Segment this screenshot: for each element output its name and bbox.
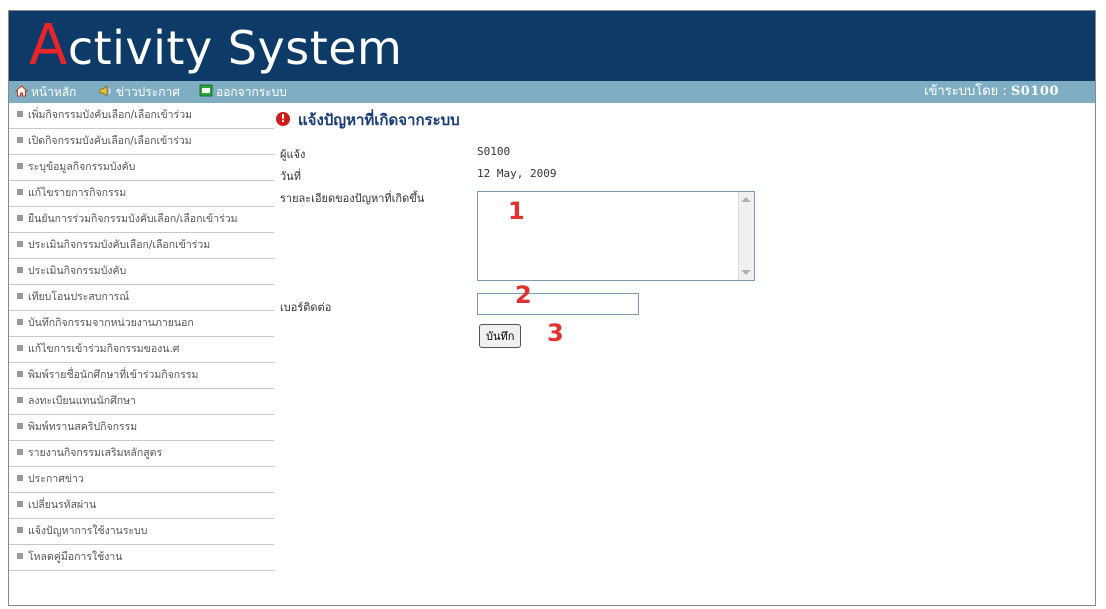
sidebar-item[interactable]: โหลดคู่มือการใช้งาน — [9, 545, 274, 571]
logo-text: ctivity System — [67, 21, 403, 75]
scroll-down-icon[interactable] — [741, 270, 751, 275]
reporter-value: S0100 — [477, 145, 511, 158]
exit-icon — [199, 82, 213, 104]
page-title: ! แจ้งปัญหาที่เกิดจากระบบ — [276, 108, 460, 132]
nav-news[interactable]: ข่าวประกาศ — [99, 81, 180, 103]
bullet-icon — [17, 137, 23, 143]
sidebar-item-label: เปลี่ยนรหัสผ่าน — [28, 499, 97, 511]
user-info-label: เข้าระบบโดย : — [924, 84, 1007, 99]
sidebar-item-label: เทียบโอนประสบการณ์ — [28, 291, 130, 303]
bullet-icon — [17, 293, 23, 299]
top-navbar: หน้าหลัก ข่าวประกาศ ออกจากระบบ เข้าระบบโ… — [9, 81, 1095, 103]
bullet-icon — [17, 189, 23, 195]
bullet-icon — [17, 345, 23, 351]
sidebar-item-label: ระบุข้อมูลกิจกรรมบังคับ — [28, 161, 136, 173]
home-icon — [14, 82, 29, 104]
sidebar-item-label: เปิดกิจกรรมบังคับเลือก/เลือกเข้าร่วม — [28, 135, 192, 147]
sidebar-item[interactable]: พิมพ์รายชื่อนักศึกษาที่เข้าร่วมกิจกรรม — [9, 363, 274, 389]
sidebar-item-label: ยืนยันการร่วมกิจกรรมบังคับเลือก/เลือกเข้… — [28, 213, 238, 225]
date-label: วันที่ — [280, 170, 301, 183]
sidebar-item[interactable]: เปิดกิจกรรมบังคับเลือก/เลือกเข้าร่วม — [9, 129, 274, 155]
logo-initial: A — [29, 13, 68, 78]
sidebar-item-label: บันทึกกิจกรรมจากหน่วยงานภายนอก — [28, 317, 194, 329]
app-logo: Activity System — [29, 17, 402, 77]
page-title-text: แจ้งปัญหาที่เกิดจากระบบ — [298, 111, 460, 129]
annotation-marker-1: 1 — [508, 197, 525, 225]
sidebar-item[interactable]: ระบุข้อมูลกิจกรรมบังคับ — [9, 155, 274, 181]
nav-news-label: ข่าวประกาศ — [116, 85, 180, 99]
phone-label: เบอร์ติดต่อ — [280, 301, 332, 314]
sidebar-item-label: รายงานกิจกรรมเสริมหลักสูตร — [28, 447, 163, 459]
bullet-icon — [17, 553, 23, 559]
bullet-icon — [17, 423, 23, 429]
sidebar-item[interactable]: ประเมินกิจกรรมบังคับเลือก/เลือกเข้าร่วม — [9, 233, 274, 259]
sidebar-item-label: แก้ไขการเข้าร่วมกิจกรรมของน.ศ — [28, 343, 180, 355]
bullet-icon — [17, 527, 23, 533]
bullet-icon — [17, 371, 23, 377]
bullet-icon — [17, 215, 23, 221]
bullet-icon — [17, 319, 23, 325]
bullet-icon — [17, 397, 23, 403]
sidebar-item-label: ประเมินกิจกรรมบังคับ — [28, 265, 127, 277]
header-banner: Activity System — [9, 11, 1095, 81]
phone-input[interactable] — [477, 293, 639, 315]
bullet-icon — [17, 111, 23, 117]
date-value: 12 May, 2009 — [477, 167, 557, 180]
bullet-icon — [17, 449, 23, 455]
sidebar-item[interactable]: ประกาศข่าว — [9, 467, 274, 493]
user-info: เข้าระบบโดย : S0100 — [924, 81, 1059, 103]
reporter-label: ผู้แจ้ง — [280, 148, 306, 161]
sidebar-item[interactable]: แจ้งปัญหาการใช้งานระบบ — [9, 519, 274, 545]
annotation-marker-3: 3 — [547, 319, 564, 347]
sidebar-item[interactable]: เปลี่ยนรหัสผ่าน — [9, 493, 274, 519]
sidebar-item-label: แก้ไขรายการกิจกรรม — [28, 187, 127, 199]
nav-home-label: หน้าหลัก — [31, 85, 77, 99]
sidebar-item[interactable]: แก้ไขการเข้าร่วมกิจกรรมของน.ศ — [9, 337, 274, 363]
scroll-up-icon[interactable] — [741, 197, 751, 202]
sidebar-item[interactable]: แก้ไขรายการกิจกรรม — [9, 181, 274, 207]
sidebar-item[interactable]: ลงทะเบียนแทนนักศึกษา — [9, 389, 274, 415]
sidebar-item-label: พิมพ์ทรานสคริปกิจกรรม — [28, 421, 138, 433]
speaker-icon — [99, 82, 113, 104]
sidebar-item[interactable]: รายงานกิจกรรมเสริมหลักสูตร — [9, 441, 274, 467]
sidebar-item[interactable]: ประเมินกิจกรรมบังคับ — [9, 259, 274, 285]
sidebar-item[interactable]: พิมพ์ทรานสคริปกิจกรรม — [9, 415, 274, 441]
sidebar-item-label: ประเมินกิจกรรมบังคับเลือก/เลือกเข้าร่วม — [28, 239, 211, 251]
bullet-icon — [17, 501, 23, 507]
sidebar-item[interactable]: บันทึกกิจกรรมจากหน่วยงานภายนอก — [9, 311, 274, 337]
bullet-icon — [17, 163, 23, 169]
save-button[interactable]: บันทึก — [479, 324, 522, 348]
sidebar-item-label: ประกาศข่าว — [28, 473, 84, 485]
sidebar-item-label: เพิ่มกิจกรรมบังคับเลือก/เลือกเข้าร่วม — [28, 109, 193, 121]
sidebar-item-label: ลงทะเบียนแทนนักศึกษา — [28, 395, 136, 407]
bullet-icon — [17, 267, 23, 273]
sidebar-item[interactable]: ยืนยันการร่วมกิจกรรมบังคับเลือก/เลือกเข้… — [9, 207, 274, 233]
sidebar-menu: เพิ่มกิจกรรมบังคับเลือก/เลือกเข้าร่วม เป… — [9, 103, 274, 571]
sidebar-item-label: แจ้งปัญหาการใช้งานระบบ — [28, 525, 148, 537]
sidebar-item[interactable]: เทียบโอนประสบการณ์ — [9, 285, 274, 311]
nav-logout-label: ออกจากระบบ — [216, 85, 287, 99]
bullet-icon — [17, 241, 23, 247]
annotation-marker-2: 2 — [515, 281, 532, 309]
sidebar-item-label: โหลดคู่มือการใช้งาน — [28, 551, 123, 563]
app-window: Activity System หน้าหลัก ข่าวประกาศ ออกจ… — [8, 10, 1096, 606]
report-problem-form: ! แจ้งปัญหาที่เกิดจากระบบ ผู้แจ้ง S0100 ว… — [272, 103, 1092, 603]
alert-icon: ! — [276, 111, 290, 126]
nav-logout[interactable]: ออกจากระบบ — [199, 81, 287, 103]
nav-home[interactable]: หน้าหลัก — [14, 81, 77, 104]
sidebar-item-label: พิมพ์รายชื่อนักศึกษาที่เข้าร่วมกิจกรรม — [28, 369, 199, 381]
sidebar-item[interactable]: เพิ่มกิจกรรมบังคับเลือก/เลือกเข้าร่วม — [9, 103, 274, 129]
detail-label: รายละเอียดของปัญหาที่เกิดขึ้น — [280, 192, 425, 205]
user-id: S0100 — [1010, 84, 1059, 99]
textarea-scrollbar[interactable] — [738, 192, 754, 280]
bullet-icon — [17, 475, 23, 481]
